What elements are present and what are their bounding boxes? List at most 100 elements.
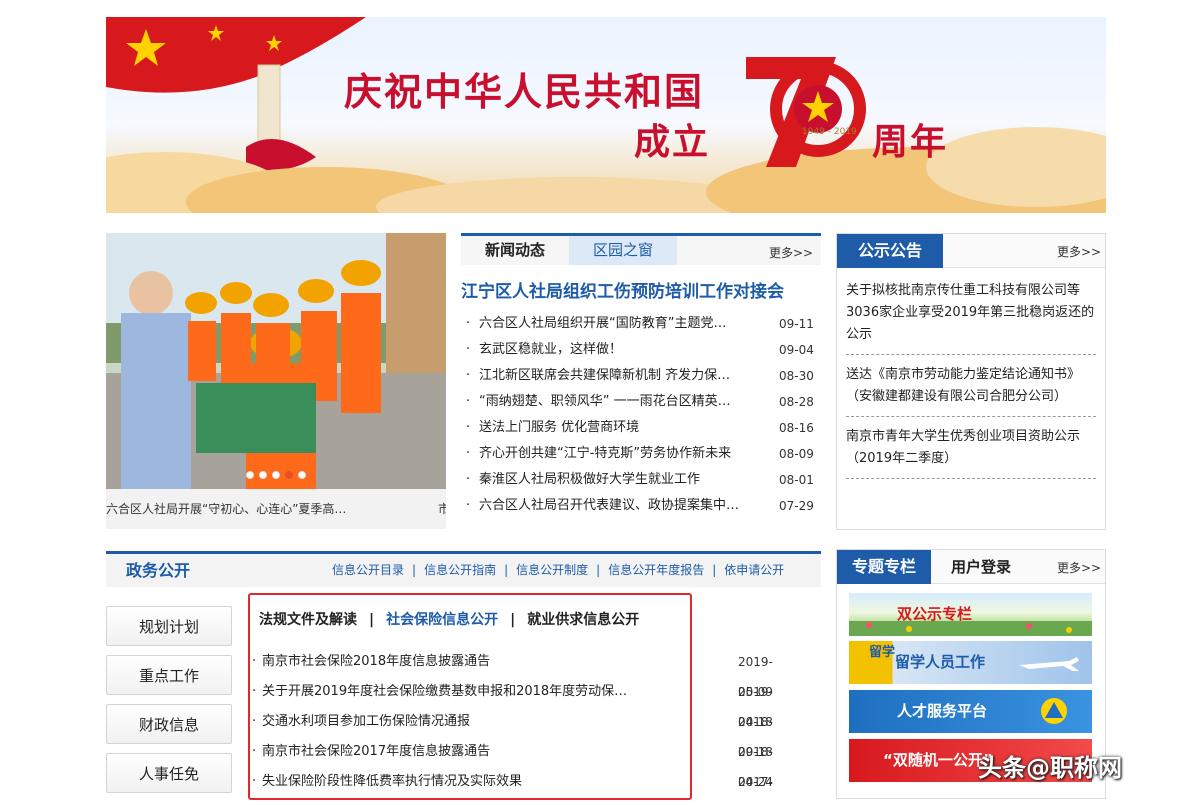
list-item[interactable]: · 江北新区联席会共建保障新机制 齐发力保… 08-30 [461, 363, 821, 389]
list-item[interactable]: 关于拟核批南京传仕重工科技有限公司等3036家企业享受2019年第三批稳岗返还的… [846, 280, 1096, 355]
separator: | [412, 563, 417, 577]
slider-dot[interactable] [272, 471, 280, 479]
slider-caption-text[interactable]: 六合区人社局开展“守初心、心连心”夏季高… [106, 489, 346, 529]
news-headline[interactable]: 江宁区人社局组织工伤预防培训工作对接会 [461, 277, 784, 302]
banner-text[interactable]: 留学人员工作 [895, 641, 985, 684]
bullet: · [252, 744, 257, 759]
notice-panel: 公示公告 更多>> 关于拟核批南京传仕重工科技有限公司等3036家企业享受201… [836, 233, 1106, 530]
news-date: 09-04 [779, 343, 814, 357]
notice-list: 关于拟核批南京传仕重工科技有限公司等3036家企业享受2019年第三批稳岗返还的… [846, 280, 1096, 479]
bullet: · [252, 714, 257, 729]
news-tabbar: 新闻动态 区园之窗 更多>> [461, 233, 821, 265]
special-header: 专题专栏 用户登录 更多>> [837, 550, 1105, 584]
bullet: · [466, 316, 471, 331]
finance-button[interactable]: 财政信息 [106, 704, 232, 744]
list-item[interactable]: · 六合区人社局召开代表建议、政协提案集中… 07-29 [461, 493, 821, 519]
personnel-button[interactable]: 人事任免 [106, 753, 232, 793]
gov-link-catalog[interactable]: 信息公开目录 [332, 563, 404, 577]
gov-item-title[interactable]: 失业保险阶段性降低费率执行情况及实际效果 [262, 767, 647, 797]
list-item[interactable]: · 失业保险阶段性降低费率执行情况及实际效果 2017-10-27 [250, 767, 773, 797]
banner-text[interactable]: 双公示专栏 [897, 593, 972, 636]
gov-affairs-title[interactable]: 政务公开 [126, 554, 190, 587]
tab-social-insurance[interactable]: 社会保险信息公开 [386, 612, 498, 628]
separator: | [596, 563, 601, 577]
news-title[interactable]: “雨纳翅楚、职领风华” 一一雨花台区精英… [479, 389, 771, 415]
list-item[interactable]: · 交通水利项目参加工伤保险情况通报 2018-09-18 [250, 707, 773, 759]
list-item[interactable]: · 玄武区稳就业，这样做！ 09-04 [461, 337, 821, 363]
gov-item-title[interactable]: 南京市社会保险2018年度信息披露通告 [262, 647, 647, 677]
list-item[interactable]: 送达《南京市劳动能力鉴定结论通知书》（安徽建都建设有限公司合肥分公司） [846, 364, 1096, 417]
slider-next-caption[interactable]: 市 [438, 489, 446, 529]
gov-affairs-header: 政务公开 信息公开目录 | 信息公开指南 | 信息公开制度 | 信息公开年度报告 | 依申请公开 [106, 551, 821, 587]
notice-title[interactable]: 公示公告 [837, 234, 943, 268]
news-title[interactable]: 江北新区联席会共建保障新机制 齐发力保… [479, 363, 771, 389]
list-item[interactable]: · “雨纳翅楚、职领风华” 一一雨花台区精英… 08-28 [461, 389, 821, 415]
list-item[interactable]: · 齐心开创共建“江宁-特克斯”劳务协作新未来 08-09 [461, 441, 821, 467]
slider-dots [246, 471, 306, 479]
list-item[interactable]: · 南京市社会保险2018年度信息披露通告 2019-05-09 [250, 647, 773, 699]
news-title[interactable]: 六合区人社局召开代表建议、政协提案集中… [479, 493, 771, 519]
list-item[interactable]: 南京市青年大学生优秀创业项目资助公示（2019年二季度） [846, 426, 1096, 479]
bullet: · [252, 684, 257, 699]
list-item[interactable]: · 关于开展2019年度社会保险缴费基数申报和2018年度劳动保… 2019-04-… [250, 677, 773, 729]
tab-news[interactable]: 新闻动态 [461, 236, 569, 265]
list-item[interactable]: · 秦淮区人社局积极做好大学生就业工作 08-01 [461, 467, 821, 493]
plane-icon [1019, 657, 1079, 671]
special-title[interactable]: 专题专栏 [837, 550, 931, 584]
bullet: · [466, 446, 471, 461]
tab-district[interactable]: 区园之窗 [569, 236, 677, 265]
login-tab[interactable]: 用户登录 [931, 550, 1031, 584]
slider-photo[interactable] [106, 233, 446, 489]
special-more-link[interactable]: 更多>> [1057, 559, 1101, 576]
slider-dot-active[interactable] [285, 471, 293, 479]
news-date: 08-01 [779, 473, 814, 487]
list-item[interactable]: · 南京市社会保险2017年度信息披露通告 2018-04-24 [250, 737, 773, 789]
photo-slider[interactable]: 六合区人社局开展“守初心、心连心”夏季高… 市 [106, 233, 446, 529]
news-title[interactable]: 秦淮区人社局积极做好大学生就业工作 [479, 467, 771, 493]
slider-dot[interactable] [298, 471, 306, 479]
gov-item-title[interactable]: 关于开展2019年度社会保险缴费基数申报和2018年度劳动保… [262, 677, 647, 707]
gov-link-system[interactable]: 信息公开制度 [516, 563, 588, 577]
separator: | [712, 563, 717, 577]
banner-title-line3: 周年 [872, 121, 949, 163]
gov-item-title[interactable]: 交通水利项目参加工伤保险情况通报 [262, 707, 647, 737]
bullet: · [466, 420, 471, 435]
news-panel: 新闻动态 区园之窗 更多>> 江宁区人社局组织工伤预防培训工作对接会 · 六合区人… [461, 233, 821, 529]
news-more-link[interactable]: 更多>> [769, 244, 813, 261]
news-date: 07-29 [779, 499, 814, 513]
news-date: 08-16 [779, 421, 814, 435]
banner-overseas-students[interactable]: 留学 留学人员工作 [849, 641, 1092, 684]
gov-list: · 南京市社会保险2018年度信息披露通告 2019-05-09 · 关于开展2019… [250, 647, 773, 797]
slider-caption[interactable]: 六合区人社局开展“守初心、心连心”夏季高… 市 [106, 489, 446, 529]
list-item[interactable]: · 送法上门服务 优化营商环境 08-16 [461, 415, 821, 441]
plan-button[interactable]: 规划计划 [106, 606, 232, 646]
gov-link-request[interactable]: 依申请公开 [724, 563, 784, 577]
news-title[interactable]: 送法上门服务 优化营商环境 [479, 415, 771, 441]
anniversary-banner: 庆祝中华人民共和国 成立 周年 1949 - 2019 [106, 17, 1106, 213]
gov-links: 信息公开目录 | 信息公开指南 | 信息公开制度 | 信息公开年度报告 | 依申请公开 [332, 554, 784, 587]
news-title[interactable]: 齐心开创共建“江宁-特克斯”劳务协作新未来 [479, 441, 771, 467]
gov-link-annual-report[interactable]: 信息公开年度报告 [608, 563, 704, 577]
tab-regulations[interactable]: 法规文件及解读 [259, 612, 357, 628]
gov-link-guide[interactable]: 信息公开指南 [424, 563, 496, 577]
slider-dot[interactable] [246, 471, 254, 479]
news-date: 09-11 [779, 317, 814, 331]
news-title[interactable]: 玄武区稳就业，这样做！ [479, 337, 771, 363]
banner-text[interactable]: 人才服务平台 [897, 690, 987, 733]
list-item[interactable]: · 六合区人社局组织开展“国防教育”主题党… 09-11 [461, 311, 821, 337]
separator: | [510, 612, 516, 628]
banner-double-publicity[interactable]: 双公示专栏 [849, 593, 1092, 636]
gov-info-box: 法规文件及解读 | 社会保险信息公开 | 就业供求信息公开 · 南京市社会保险2018年度… [248, 593, 773, 800]
bullet: · [252, 654, 257, 669]
key-work-button[interactable]: 重点工作 [106, 655, 232, 695]
bullet: · [466, 368, 471, 383]
gov-subtabs: 法规文件及解读 | 社会保险信息公开 | 就业供求信息公开 [259, 609, 639, 629]
banner-talent-platform[interactable]: 人才服务平台 [849, 690, 1092, 733]
tab-employment[interactable]: 就业供求信息公开 [527, 612, 639, 628]
news-title[interactable]: 六合区人社局组织开展“国防教育”主题党… [479, 311, 771, 337]
slider-dot[interactable] [259, 471, 267, 479]
notice-more-link[interactable]: 更多>> [1057, 243, 1101, 260]
gov-item-title[interactable]: 南京市社会保险2017年度信息披露通告 [262, 737, 647, 767]
news-date: 08-09 [779, 447, 814, 461]
banner-text[interactable]: “双随机一公开” [883, 739, 993, 782]
